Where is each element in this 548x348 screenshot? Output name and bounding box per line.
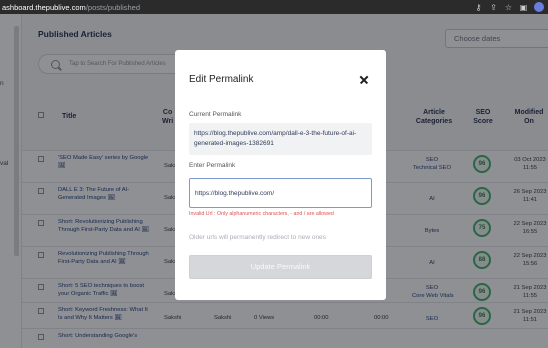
update-permalink-button[interactable]: Update Permalink <box>189 255 372 279</box>
browser-address-bar[interactable]: ashboard.thepublive.com/posts/published … <box>0 0 548 14</box>
profile-avatar[interactable] <box>534 2 544 12</box>
enter-permalink-label: Enter Permalink <box>189 162 236 169</box>
redirect-hint: Older urls will permanently redirect to … <box>189 234 326 241</box>
permalink-input[interactable] <box>189 178 372 208</box>
validation-error: Invalid Url : Only alphanumeric characte… <box>189 211 334 217</box>
current-permalink-label: Current Permalink <box>189 111 242 118</box>
url-host: ashboard.thepublive.com <box>2 2 86 12</box>
extension-icon[interactable]: ▣ <box>519 3 528 12</box>
current-permalink-value: https://blog.thepublive.com/amp/dall-e-3… <box>189 123 372 155</box>
modal-title: Edit Permalink <box>189 74 254 85</box>
url-path: /posts/published <box>85 2 141 12</box>
star-icon[interactable]: ☆ <box>504 3 513 12</box>
share-icon[interactable]: ⇪ <box>489 3 498 12</box>
key-icon[interactable]: ⚷ <box>474 3 483 12</box>
edit-permalink-modal: Edit Permalink Current Permalink https:/… <box>175 50 386 300</box>
browser-toolbar-icons: ⚷ ⇪ ☆ ▣ <box>474 2 544 12</box>
close-icon[interactable] <box>358 74 370 86</box>
